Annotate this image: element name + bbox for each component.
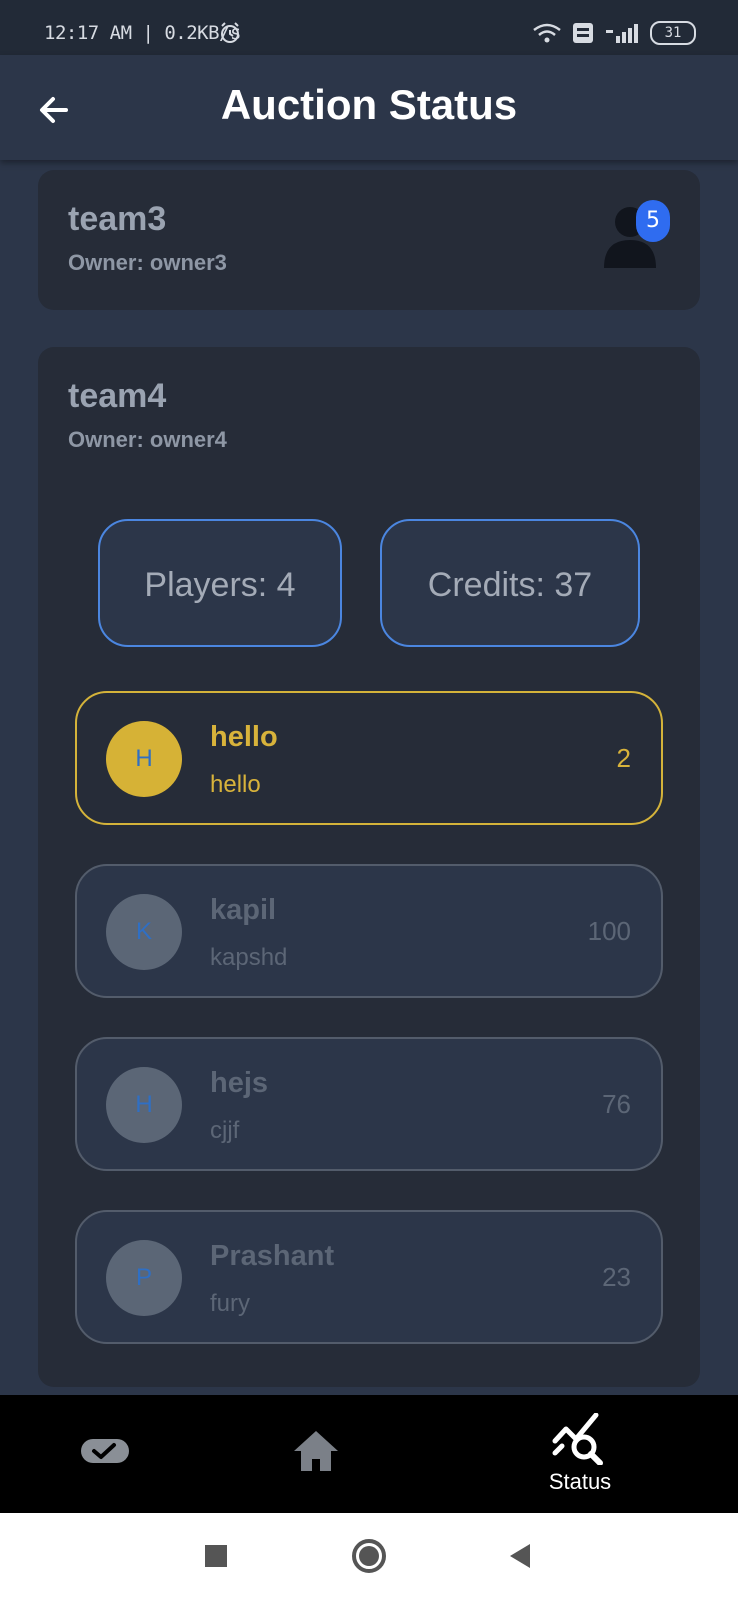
- nav-item-home[interactable]: [236, 1395, 396, 1513]
- member-count-badge: 5: [636, 200, 670, 242]
- team-name: team3: [68, 200, 167, 238]
- nav-label-status: Status: [548, 1469, 612, 1494]
- player-value: 2: [616, 743, 631, 773]
- player-value: 23: [602, 1262, 631, 1292]
- player-value: 76: [602, 1089, 631, 1119]
- wifi-icon: [533, 23, 561, 43]
- battery-indicator: 31: [650, 21, 696, 45]
- credits-box: Credits: 37: [380, 519, 640, 647]
- avatar: P: [106, 1240, 182, 1316]
- status-bar: 12:17 AM | 0.2KB/s 31: [0, 0, 738, 55]
- team-owner: Owner: owner4: [68, 427, 227, 452]
- player-card[interactable]: H hejs cjjf 76: [75, 1037, 663, 1171]
- home-icon: [294, 1431, 338, 1471]
- players-count-box: Players: 4: [98, 519, 342, 647]
- player-subtitle: cjjf: [210, 1117, 240, 1144]
- status-time: 12:17 AM | 0.2KB/s: [44, 22, 241, 44]
- avatar: H: [106, 1067, 182, 1143]
- player-value: 100: [587, 916, 631, 946]
- volte-icon: [573, 23, 593, 43]
- alarm-icon: [221, 22, 239, 43]
- home-circle-icon[interactable]: [346, 1533, 392, 1579]
- player-subtitle: hello: [210, 771, 261, 798]
- team-owner: Owner: owner3: [68, 250, 227, 275]
- system-nav-bar: [0, 1513, 738, 1600]
- bottom-nav: Status: [0, 1395, 738, 1513]
- avatar: H: [106, 721, 182, 797]
- player-card[interactable]: K kapil kapshd 100: [75, 864, 663, 998]
- player-name: kapil: [210, 894, 277, 926]
- status-icon: [552, 1413, 603, 1465]
- avatar: K: [106, 894, 182, 970]
- team-card-team4: team4 Owner: owner4 Players: 4 Credits: …: [38, 347, 700, 1387]
- team-name: team4: [68, 377, 167, 415]
- player-card[interactable]: P Prashant fury 23: [75, 1210, 663, 1344]
- player-name: hejs: [210, 1067, 269, 1099]
- player-subtitle: kapshd: [210, 944, 288, 971]
- recents-square-icon[interactable]: [193, 1533, 239, 1579]
- player-subtitle: fury: [210, 1290, 251, 1317]
- app-bar: Auction Status: [0, 55, 738, 160]
- player-card[interactable]: H hello hello 2: [75, 691, 663, 825]
- player-name: Prashant: [210, 1240, 335, 1272]
- toggle-icon: [81, 1439, 129, 1463]
- nav-item-status[interactable]: Status: [500, 1395, 660, 1513]
- signal-icon: [606, 24, 638, 43]
- player-name: hello: [210, 721, 278, 753]
- nav-item-auction[interactable]: [25, 1395, 185, 1513]
- back-triangle-icon[interactable]: [498, 1533, 544, 1579]
- team-card-team3[interactable]: team3 Owner: owner3 5: [38, 170, 700, 310]
- page-title: Auction Status: [220, 81, 518, 128]
